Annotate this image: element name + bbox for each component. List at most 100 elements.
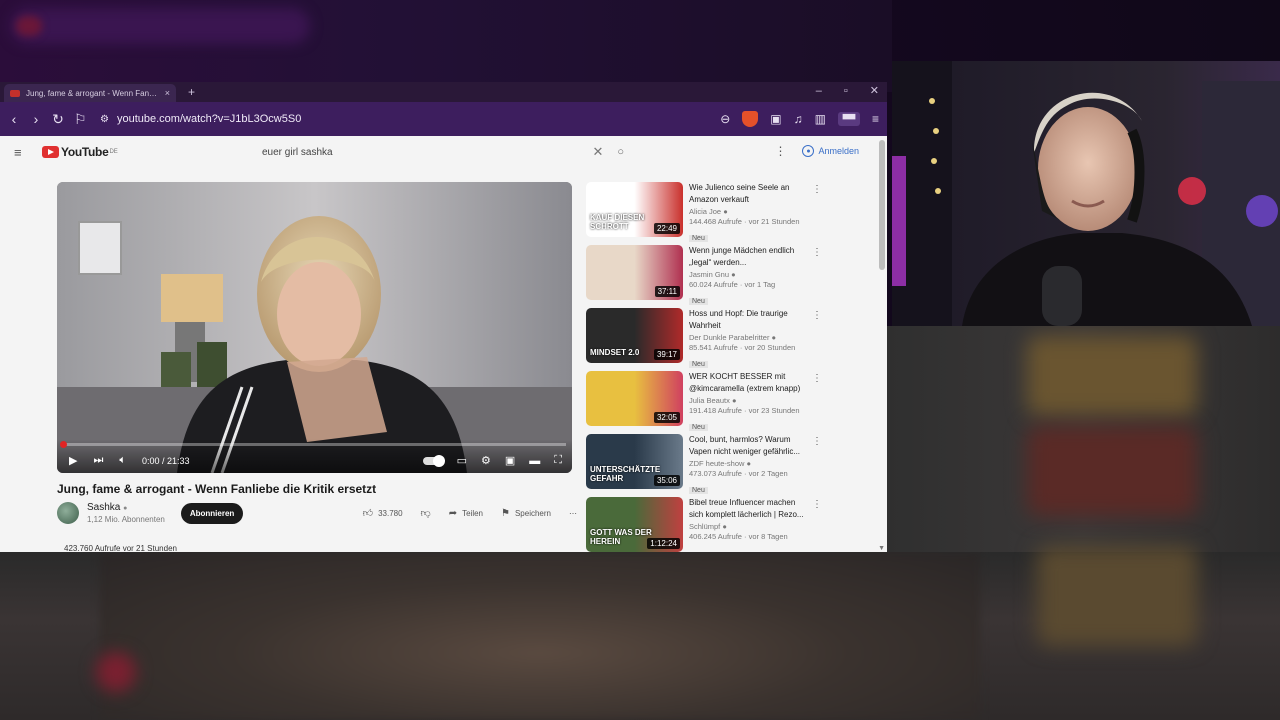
recommendation-item[interactable]: 37:11 Wenn junge Mädchen endlich „legal“ … (586, 245, 826, 308)
youtube-play-icon (42, 146, 59, 158)
recommendation-title[interactable]: WER KOCHT BESSER mit @kimcaramella (extr… (689, 371, 811, 395)
music-icon[interactable]: ♫ (794, 112, 803, 126)
channel-info: Sashka ● 1,12 Mio. Abonnenten (87, 502, 165, 524)
theater-mode-icon[interactable]: ▬ (529, 455, 540, 467)
recommendation-info: Hoss und Hopf: Die traurige Wahrheit Der … (689, 308, 811, 371)
progress-handle[interactable] (60, 441, 67, 448)
recommendation-thumbnail[interactable]: UNTERSCHÄTZTE GEFAHR 35:06 (586, 434, 683, 489)
recommendation-menu-icon[interactable]: ⋮ (812, 310, 822, 321)
volume-icon[interactable]: 🔈︎ (119, 454, 126, 467)
channel-name-text: Sashka (87, 502, 121, 513)
tab-bar: Jung, fame & arrogant - Wenn Fanliebe di… (0, 82, 887, 102)
time-display: 0:00 / 21:33 (141, 455, 190, 466)
webcam-image (892, 61, 1280, 326)
tab-youtube[interactable]: Jung, fame & arrogant - Wenn Fanliebe di… (4, 84, 176, 102)
new-badge: Neu (689, 487, 708, 494)
play-icon[interactable]: ▶ (69, 454, 77, 467)
recommendation-menu-icon[interactable]: ⋮ (812, 247, 822, 258)
save-button[interactable]: ⚑ Speichern (501, 508, 551, 519)
recommendation-thumbnail[interactable]: GOTT WAS DER HEREIN 1:12:24 (586, 497, 683, 552)
recommendation-item[interactable]: MINDSET 2.0 39:17 Hoss und Hopf: Die traur… (586, 308, 826, 371)
share-icon: ➦ (448, 507, 458, 519)
header-actions: ⋮ ● Anmelden (774, 144, 859, 158)
miniplayer-icon[interactable]: ▣ (505, 454, 515, 467)
recommendation-title[interactable]: Wie Julienco seine Seele an Amazon verka… (689, 182, 811, 206)
autoplay-toggle[interactable] (422, 454, 445, 467)
search-icon[interactable]: ○ (617, 146, 624, 158)
dislike-button[interactable]: 👎︎ (421, 507, 431, 519)
recommendation-channel[interactable]: Julia Beautx ● (689, 396, 811, 405)
recommendation-meta: 191.418 Aufrufe · vor 23 Stunden (689, 406, 800, 415)
like-button[interactable]: 👍︎ 33.780 (363, 507, 403, 519)
recommendation-title[interactable]: Bibel treue Influencer machen sich kompl… (689, 497, 811, 521)
scroll-down-icon[interactable]: ▼ (878, 545, 885, 552)
bookmark-icon[interactable]: ⚐ (74, 111, 87, 128)
recommendation-title[interactable]: Wenn junge Mädchen endlich „legal“ werde… (689, 245, 811, 269)
clear-search-icon[interactable]: ✕ (592, 144, 603, 160)
reload-icon[interactable]: ↻ (52, 111, 64, 128)
recommendation-channel[interactable]: Schlümpf ● (689, 522, 811, 531)
recommendation-item[interactable]: GOTT WAS DER HEREIN 1:12:24 Bibel treue In… (586, 497, 826, 552)
close-tab-icon[interactable]: × (165, 88, 170, 98)
close-window-icon[interactable]: ✕ (870, 85, 879, 98)
share-button[interactable]: ➦ Teilen (449, 508, 483, 519)
recommendation-title[interactable]: Cool, bunt, harmlos? Warum Vapen nicht w… (689, 434, 811, 458)
video-duration: 39:17 (653, 349, 680, 360)
video-player[interactable]: ▶ ⏭ 🔈︎ 0:00 / 21:33 ▭ ⚙ ▣ ▬ ⛶ (57, 182, 572, 473)
minimize-icon[interactable]: – (816, 85, 822, 98)
recommendation-title[interactable]: Hoss und Hopf: Die traurige Wahrheit (689, 308, 811, 332)
recommendation-menu-icon[interactable]: ⋮ (812, 499, 822, 510)
recommendation-item[interactable]: UNTERSCHÄTZTE GEFAHR 35:06 Cool, bunt, har… (586, 434, 826, 497)
signin-button[interactable]: ● Anmelden (802, 145, 859, 157)
recommendation-channel[interactable]: Alicia Joe ● (689, 207, 811, 216)
recommendation-channel[interactable]: Der Dunkle Parabelritter ● (689, 333, 811, 342)
recommendation-item[interactable]: 32:05 WER KOCHT BESSER mit @kimcaramella … (586, 371, 826, 434)
fullscreen-icon[interactable]: ⛶ (554, 454, 562, 467)
recommendation-menu-icon[interactable]: ⋮ (812, 184, 822, 195)
maximize-icon[interactable]: ▫ (844, 85, 848, 98)
verified-icon: ● (723, 207, 728, 216)
new-tab-button[interactable]: + (188, 85, 195, 99)
brave-shield-icon[interactable] (742, 111, 759, 127)
recommendation-channel[interactable]: ZDF heute-show ● (689, 459, 811, 468)
recommendation-menu-icon[interactable]: ⋮ (812, 373, 822, 384)
sidebar-icon[interactable]: ▥ (815, 112, 826, 126)
url-field[interactable]: youtube.com/watch?v=J1bL3Ocw5S0 (117, 113, 720, 125)
extension-icon[interactable]: ▀▀ (837, 112, 860, 126)
subtitles-icon[interactable]: ▭ (457, 454, 467, 467)
next-icon[interactable]: ⏭ (93, 454, 103, 467)
youtube-favicon-icon (10, 89, 20, 97)
recommendation-menu-icon[interactable]: ⋮ (812, 436, 822, 447)
recommendation-channel[interactable]: Jasmin Gnu ● (689, 270, 811, 279)
recommendation-item[interactable]: KAUF DIESEN SCHROTT 22:49 Wie Julienco sei… (586, 182, 826, 245)
cast-icon[interactable]: ▣ (770, 112, 781, 126)
share-label: Teilen (462, 508, 483, 518)
recommendation-thumbnail[interactable]: 37:11 (586, 245, 683, 300)
channel-name[interactable]: Sashka ● (87, 502, 165, 513)
recommendation-thumbnail[interactable]: MINDSET 2.0 39:17 (586, 308, 683, 363)
menu-icon[interactable]: ≡ (872, 112, 879, 126)
stream-scene: Jung, fame & arrogant - Wenn Fanliebe di… (0, 0, 1280, 720)
more-actions-icon[interactable]: ⋯ (569, 509, 577, 518)
settings-gear-icon[interactable]: ⚙ (481, 454, 491, 467)
recommendation-info: Cool, bunt, harmlos? Warum Vapen nicht w… (689, 434, 811, 497)
subscriber-count: 1,12 Mio. Abonnenten (87, 515, 165, 524)
site-info-icon[interactable]: ⚙ (100, 114, 109, 125)
channel-avatar[interactable] (57, 502, 79, 524)
subscribe-button[interactable]: Abonnieren (180, 502, 244, 524)
recommendation-thumbnail[interactable]: KAUF DIESEN SCHROTT 22:49 (586, 182, 683, 237)
recommendation-info: Bibel treue Influencer machen sich kompl… (689, 497, 811, 552)
search-input[interactable]: euer girl sashka (254, 147, 592, 158)
zoom-icon[interactable]: ⊖ (720, 112, 730, 126)
recommendation-channel-text: Der Dunkle Parabelritter (689, 333, 770, 342)
scrollbar-thumb[interactable] (879, 140, 885, 270)
progress-bar[interactable] (60, 441, 566, 448)
recommendation-thumbnail[interactable]: 32:05 (586, 371, 683, 426)
back-icon[interactable]: ‹ (8, 111, 20, 128)
youtube-logo[interactable]: YouTube DE (42, 145, 118, 159)
video-title: Jung, fame & arrogant - Wenn Fanliebe di… (57, 482, 377, 496)
forward-icon[interactable]: › (30, 111, 42, 128)
hamburger-menu-icon[interactable]: ≡ (14, 145, 34, 160)
video-duration: 35:06 (653, 475, 680, 486)
more-options-icon[interactable]: ⋮ (774, 144, 786, 158)
